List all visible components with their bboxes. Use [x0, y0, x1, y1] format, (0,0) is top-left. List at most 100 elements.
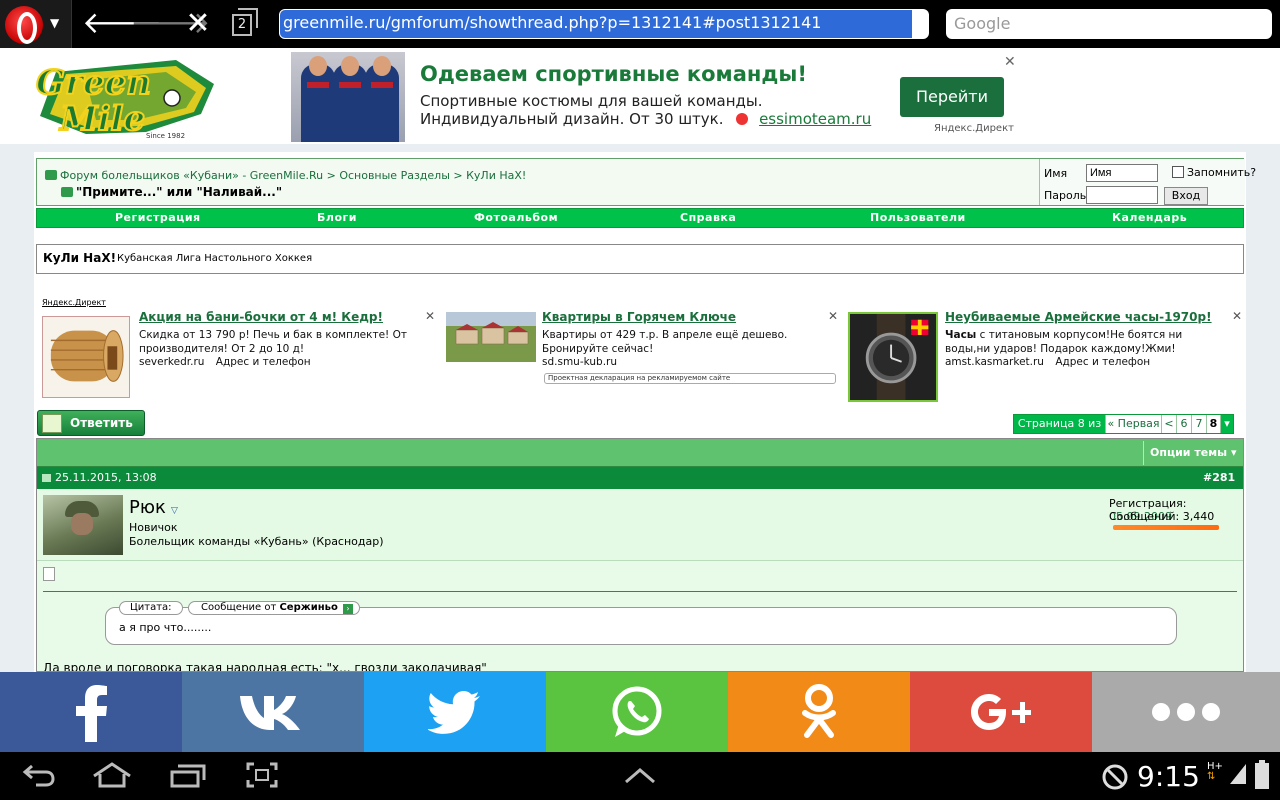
google-plus-icon — [971, 694, 1031, 730]
back-icon[interactable] — [22, 762, 56, 788]
close-icon[interactable]: ✕ — [1004, 54, 1016, 70]
ad-domain-link[interactable]: essimoteam.ru — [759, 110, 871, 128]
menu-users[interactable]: Пользователи — [870, 211, 966, 224]
close-icon[interactable]: ✕ — [1232, 309, 1242, 323]
ad-description: Спортивные костюмы для вашей команды. Ин… — [420, 92, 872, 128]
ad-source[interactable]: Яндекс.Директ — [934, 123, 1014, 134]
tabs-button[interactable]: 2 — [232, 8, 258, 36]
share-bar — [0, 672, 1280, 752]
menu-calendar[interactable]: Календарь — [1112, 211, 1187, 224]
reply-button[interactable]: Ответить — [37, 410, 145, 436]
ad-1-text: Скидка от 13 790 р! Печь и бак в комплек… — [139, 329, 407, 355]
share-google-plus-button[interactable] — [910, 672, 1092, 752]
login-button[interactable]: Вход — [1164, 187, 1208, 205]
back-arrow-icon[interactable]: 🡐 — [82, 6, 162, 42]
view-post-icon[interactable]: › — [343, 604, 353, 614]
thread-title[interactable]: "Примите..." или "Наливай..." — [61, 185, 282, 199]
search-placeholder: Google — [954, 14, 1011, 33]
menu-register[interactable]: Регистрация — [115, 211, 201, 224]
forum-menu: Регистрация Блоги Фотоальбом Справка Пол… — [36, 208, 1244, 228]
username-input[interactable] — [1086, 164, 1158, 182]
ad-block-3: Неубиваемые Армейские часы-1970р! Часы с… — [848, 309, 1244, 402]
screenshot-icon[interactable] — [246, 762, 278, 788]
ad-title[interactable]: Одеваем спортивные команды! — [420, 62, 807, 86]
share-whatsapp-button[interactable] — [546, 672, 728, 752]
forum-content: Форум болельщиков «Кубани» - GreenMile.R… — [34, 152, 1256, 672]
quote-author: Сообщение от Сержиньо › — [188, 601, 360, 615]
ad-go-button[interactable]: Перейти — [900, 77, 1004, 117]
svg-text:Green: Green — [36, 63, 151, 103]
page-prev[interactable]: < — [1162, 415, 1177, 433]
remember-checkbox[interactable] — [1172, 166, 1184, 178]
data-arrows-icon: ⇅ — [1207, 771, 1216, 782]
share-more-button[interactable] — [1092, 672, 1280, 752]
menu-albums[interactable]: Фотоальбом — [474, 211, 558, 224]
page-7[interactable]: 7 — [1192, 415, 1207, 433]
ad-3-domain[interactable]: amst.kasmarket.ru — [945, 356, 1044, 368]
breadcrumb-link-forum[interactable]: КуЛи НаХ! — [466, 169, 526, 182]
page-6[interactable]: 6 — [1177, 415, 1192, 433]
ad-2-domain[interactable]: sd.smu-kub.ru — [542, 356, 617, 368]
breadcrumb-link-home[interactable]: Форум болельщиков «Кубани» - GreenMile.R… — [60, 169, 323, 182]
share-twitter-button[interactable] — [364, 672, 546, 752]
watch-image[interactable] — [848, 312, 938, 402]
opera-menu-button[interactable]: ▼ — [0, 0, 72, 48]
forum-name: КуЛи НаХ! — [43, 251, 117, 265]
ad-3-contacts[interactable]: Адрес и телефон — [1055, 356, 1150, 368]
url-text: greenmile.ru/gmforum/showthread.php?p=13… — [283, 13, 822, 32]
close-icon[interactable]: ✕ — [425, 309, 435, 323]
recent-apps-icon[interactable] — [170, 762, 206, 788]
ad-2-declaration[interactable]: Проектная декларация на рекламируемом са… — [544, 373, 836, 384]
thread-icon — [61, 187, 73, 197]
browser-toolbar: ▼ 🡐 🡒 ✕ 2 greenmile.ru/gmforum/showthrea… — [0, 0, 1280, 48]
stop-icon[interactable]: ✕ — [178, 6, 218, 42]
ad-3-text: Часы с титановым корпусом!Не боятся ни в… — [945, 329, 1183, 355]
breadcrumb-link-sections[interactable]: Основные Разделы — [339, 169, 450, 182]
divider — [43, 591, 1237, 592]
chevron-up-icon[interactable] — [624, 766, 656, 784]
document-icon — [43, 567, 55, 581]
pencil-icon — [42, 414, 62, 433]
greenmile-logo[interactable]: Green Mile Since 1982 — [26, 54, 220, 140]
post-number-link[interactable]: #281 — [1203, 471, 1235, 484]
forward-arrow-icon[interactable]: 🡒 — [130, 6, 210, 42]
home-icon[interactable] — [92, 762, 132, 788]
svg-text:Mile: Mile — [59, 99, 145, 139]
caret-down-icon: ▼ — [50, 16, 60, 30]
sauna-barrel-image[interactable] — [42, 316, 130, 398]
page-first[interactable]: « Первая — [1106, 415, 1162, 433]
share-ok-button[interactable] — [728, 672, 910, 752]
breadcrumb: Форум болельщиков «Кубани» - GreenMile.R… — [45, 169, 526, 182]
page-label: Страница 8 из 8 — [1014, 415, 1106, 448]
search-input[interactable]: Google — [946, 9, 1272, 39]
password-input[interactable] — [1086, 186, 1158, 204]
menu-help[interactable]: Справка — [680, 211, 736, 224]
quote-text: а я про что........ — [119, 621, 212, 634]
close-icon[interactable]: ✕ — [828, 309, 838, 323]
address-bar[interactable]: greenmile.ru/gmforum/showthread.php?p=13… — [279, 9, 929, 39]
ad-1-domain[interactable]: severkedr.ru — [139, 356, 204, 368]
ad-1-contacts[interactable]: Адрес и телефон — [216, 356, 311, 368]
password-label: Пароль — [1044, 189, 1087, 202]
apartments-image[interactable] — [446, 312, 536, 362]
ad-3-title[interactable]: Неубиваемые Армейские часы-1970р! — [945, 310, 1212, 324]
pagination: Страница 8 из 8 « Первая < 6 7 8 ▾ — [1013, 414, 1234, 448]
ad-2-title[interactable]: Квартиры в Горячем Ключе — [542, 310, 736, 324]
thread-options-button[interactable]: Опции темы ▾ — [1143, 441, 1243, 465]
direct-label[interactable]: Яндекс.Директ — [42, 298, 106, 307]
ad-image[interactable] — [291, 52, 405, 142]
username-label: Имя — [1044, 167, 1068, 180]
share-facebook-button[interactable] — [0, 672, 182, 752]
share-vk-button[interactable] — [182, 672, 364, 752]
menu-blogs[interactable]: Блоги — [317, 211, 357, 224]
username-link[interactable]: Рюк — [129, 497, 166, 518]
avatar[interactable] — [43, 495, 123, 555]
more-icon — [1152, 703, 1220, 721]
ad-1-title[interactable]: Акция на бани-бочки от 4 м! Кедр! — [139, 310, 383, 324]
forum-description-box: КуЛи НаХ! Кубанская Лига Настольного Хок… — [36, 244, 1244, 274]
opera-logo-icon — [5, 6, 43, 44]
signal-icon — [1230, 764, 1246, 784]
user-menu-icon[interactable]: ▽ — [171, 506, 178, 516]
chevron-down-icon[interactable]: ▾ — [1221, 415, 1233, 433]
quote-label: Цитата: — [119, 601, 183, 615]
